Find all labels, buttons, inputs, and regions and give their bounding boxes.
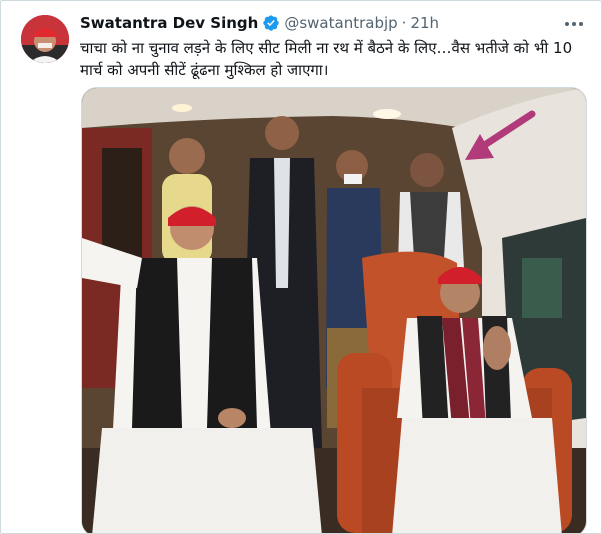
author-avatar[interactable] [21,15,69,63]
tweet-text: चाचा को ना चुनाव लड़ने के लिए सीट मिली न… [80,39,573,79]
tweet-header: Swatantra Dev Singh @swatantrabjp · 21h [80,13,439,33]
more-options-icon[interactable] [563,15,585,33]
photo-illustration [82,88,586,533]
tweet-timestamp[interactable]: 21h [410,14,439,32]
author-name[interactable]: Swatantra Dev Singh [80,14,258,32]
tweet-photo[interactable] [81,87,587,533]
author-handle[interactable]: @swatantrabjp [284,14,397,32]
tweet-card[interactable]: Swatantra Dev Singh @swatantrabjp · 21h … [0,0,602,534]
avatar-image [21,15,69,63]
separator-dot: · [401,14,407,32]
verified-badge-icon [262,14,280,32]
